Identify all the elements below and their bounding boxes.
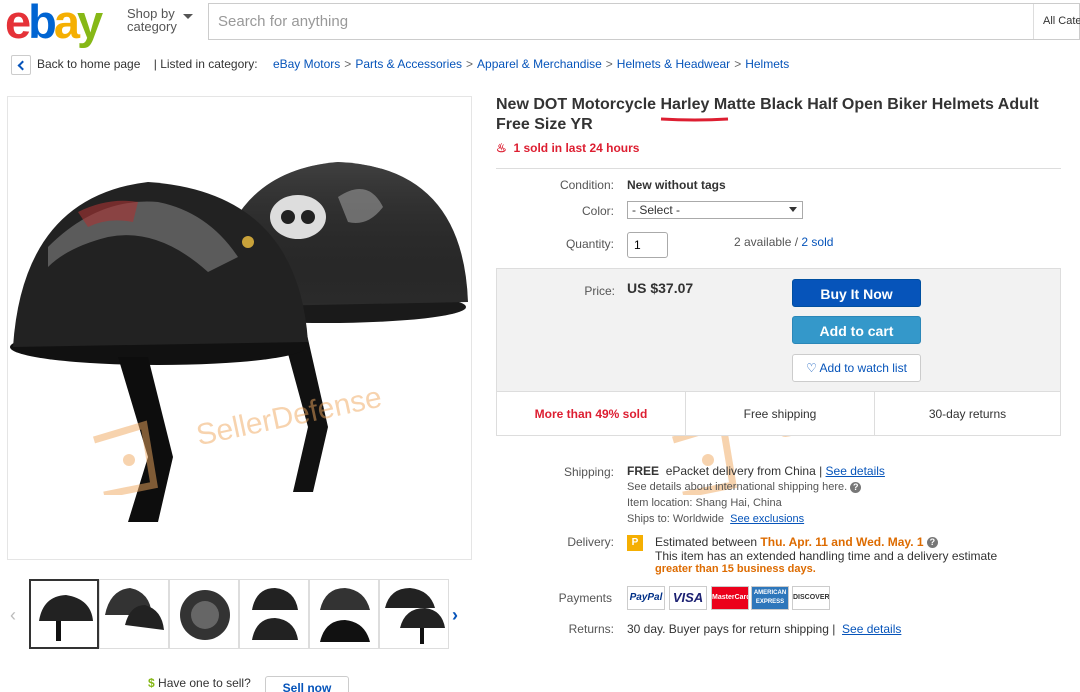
sold-recently: ♨ 1 sold in last 24 hours [496, 141, 639, 155]
ebay-logo[interactable]: ebay [5, 0, 103, 48]
returns-badge: 30-day returns [928, 407, 1007, 421]
chevron-down-icon [183, 14, 193, 19]
breadcrumb-parts-accessories[interactable]: Parts & Accessories [355, 57, 462, 71]
logo-letter-b: b [28, 0, 57, 48]
returns-label: Returns: [568, 622, 614, 636]
condition-label: Condition: [559, 178, 614, 192]
heart-icon: ♡ [806, 361, 817, 375]
back-to-home-link[interactable]: Back to home page [37, 57, 140, 71]
breadcrumb-separator: > [344, 57, 352, 71]
breadcrumb-helmets[interactable]: Helmets [745, 57, 789, 71]
dropdown-arrow-icon [789, 207, 797, 212]
shipping-summary: FREE ePacket delivery from China | See d… [627, 464, 885, 478]
breadcrumb-helmets-headwear[interactable]: Helmets & Headwear [617, 57, 730, 71]
thumb-next-icon[interactable]: › [452, 605, 458, 626]
returns-see-details-link[interactable]: See details [842, 622, 901, 636]
divider [496, 168, 1061, 169]
sell-prompt-text: Have one to sell? [158, 676, 251, 690]
delivery-note-highlight: greater than 15 business days. [655, 563, 816, 575]
quantity-label: Quantity: [565, 237, 614, 251]
breadcrumb-apparel[interactable]: Apparel & Merchandise [477, 57, 602, 71]
thumbnail[interactable] [29, 579, 99, 649]
shipping-see-details-link[interactable]: See details [826, 464, 885, 478]
delivery-note: This item has an extended handling time … [655, 549, 998, 563]
item-location: Item location: Shang Hai, China [627, 497, 782, 509]
delivery-estimate: Estimated between Thu. Apr. 11 and Wed. … [655, 535, 938, 549]
helmet-image [10, 162, 468, 522]
more-sold-badge: More than 49% sold [534, 407, 648, 421]
sold-recently-text: 1 sold in last 24 hours [513, 141, 640, 155]
shipping-free: FREE [627, 464, 660, 478]
price-value: US $37.07 [627, 280, 694, 296]
buy-box-highlights: More than 49% sold Free shipping 30-day … [497, 391, 1060, 436]
thumb-prev-icon[interactable]: ‹ [10, 605, 16, 626]
sell-prompt: $ Have one to sell? [148, 676, 251, 690]
delivery-label: Delivery: [567, 535, 614, 549]
breadcrumb-separator: > [734, 57, 742, 71]
buy-box: Price: US $37.07 Buy It Now Add to cart … [496, 268, 1061, 436]
add-to-cart-button[interactable]: Add to cart [792, 316, 921, 344]
logo-letter-y: y [77, 0, 103, 48]
free-shipping-badge: Free shipping [743, 407, 817, 421]
shipping-method: ePacket delivery from China | [665, 464, 823, 478]
see-exclusions-link[interactable]: See exclusions [730, 513, 804, 525]
listed-in-label: | Listed in category: [153, 57, 258, 71]
header: ebay Shop by category All Cate [0, 0, 1080, 46]
color-select-value: - Select - [632, 203, 681, 217]
visa-logo: VISA [669, 586, 707, 610]
help-icon[interactable]: ? [850, 481, 862, 493]
color-label: Color: [581, 204, 614, 218]
product-title: New DOT Motorcycle Harley Matte Black Ha… [496, 96, 1039, 133]
mastercard-logo: MasterCard [711, 586, 749, 610]
breadcrumb: Back to home page | Listed in category: … [11, 53, 789, 75]
color-select[interactable]: - Select - [627, 201, 803, 219]
returns-policy: 30 day. Buyer pays for return shipping |… [627, 622, 901, 636]
shop-by-category[interactable]: Shop by category [127, 7, 193, 34]
back-arrow-icon[interactable] [11, 54, 31, 75]
thumbnail[interactable] [239, 579, 309, 649]
logo-letter-a: a [53, 0, 80, 48]
paypal-logo: PayPal [627, 586, 665, 610]
ships-to-text: Ships to: Worldwide [627, 513, 725, 525]
availability: 2 available / 2 sold [734, 235, 834, 249]
available-count: 2 available [734, 235, 792, 249]
breadcrumb-separator: > [466, 57, 474, 71]
search-bar: All Cate [208, 3, 1080, 40]
payments-label: Payments [558, 591, 612, 605]
delivery-estimated-label: Estimated between [655, 535, 758, 549]
price-label: Price: [584, 284, 615, 298]
logo-letter-e: e [5, 0, 31, 48]
condition-value: New without tags [627, 178, 726, 192]
sold-count-link[interactable]: 2 sold [801, 235, 833, 249]
category-select[interactable]: All Cate [1033, 4, 1080, 39]
ships-to: Ships to: Worldwide See exclusions [627, 513, 804, 525]
intl-shipping-note: See details about international shipping… [627, 481, 862, 493]
breadcrumb-ebay-motors[interactable]: eBay Motors [273, 57, 340, 71]
discover-logo: DISCOVER [792, 586, 830, 610]
buy-it-now-button[interactable]: Buy It Now [792, 279, 921, 307]
product-main-image[interactable] [7, 96, 472, 560]
thumbnail-strip: ‹ › [10, 579, 470, 651]
amex-logo: AMERICAN EXPRESS [751, 586, 789, 610]
watch-label: Add to watch list [819, 361, 907, 375]
fire-icon: ♨ [496, 141, 507, 155]
add-to-watch-list-button[interactable]: ♡ Add to watch list [792, 354, 921, 382]
help-icon[interactable]: ? [926, 537, 938, 549]
sell-now-button[interactable]: Sell now [265, 676, 349, 692]
search-input[interactable] [209, 4, 1031, 39]
dollar-icon: $ [148, 676, 155, 690]
shop-by-line2: category [127, 19, 177, 34]
returns-text: 30 day. Buyer pays for return shipping | [627, 622, 836, 636]
thumbnail[interactable] [379, 579, 449, 649]
shipping-label: Shipping: [563, 465, 614, 479]
intl-shipping-text: See details about international shipping… [627, 481, 848, 493]
breadcrumb-separator: > [605, 57, 613, 71]
priority-icon: P [627, 535, 643, 551]
thumbnail[interactable] [99, 579, 169, 649]
delivery-dates: Thu. Apr. 11 and Wed. May. 1 [760, 535, 924, 549]
quantity-input[interactable] [627, 232, 668, 258]
red-underline-annotation [660, 117, 729, 122]
thumbnail[interactable] [309, 579, 379, 649]
thumbnail[interactable] [169, 579, 239, 649]
